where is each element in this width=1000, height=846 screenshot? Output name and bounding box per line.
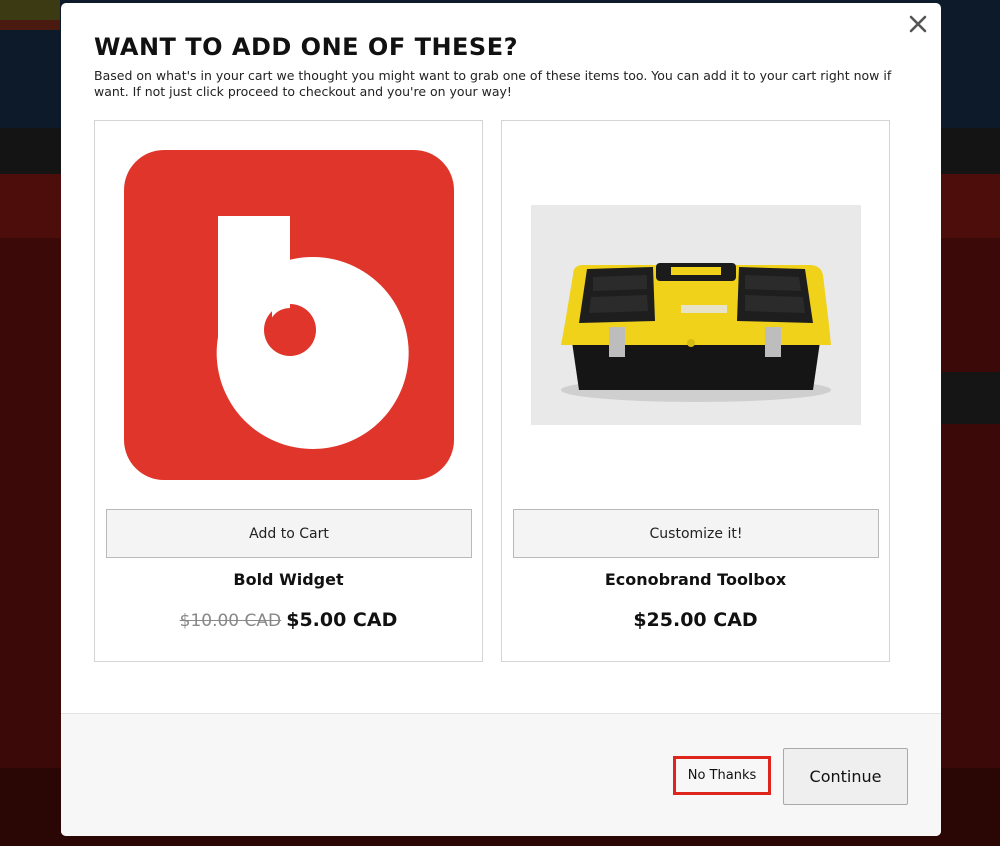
- upsell-modal: WANT TO ADD ONE OF THESE? Based on what'…: [61, 3, 941, 836]
- customize-button[interactable]: Customize it!: [513, 509, 879, 558]
- product-card-econobrand-toolbox: Customize it! Econobrand Toolbox $25.00 …: [501, 120, 890, 662]
- sale-price: $5.00 CAD: [286, 609, 398, 631]
- sale-price: $25.00 CAD: [633, 609, 758, 631]
- toolbox-image[interactable]: [531, 205, 861, 425]
- no-thanks-button[interactable]: No Thanks: [673, 756, 771, 795]
- modal-description: Based on what's in your cart we thought …: [94, 68, 892, 99]
- background-logo-text: [0, 20, 60, 30]
- modal-title: WANT TO ADD ONE OF THESE?: [94, 33, 519, 61]
- close-button[interactable]: [905, 11, 931, 37]
- continue-button[interactable]: Continue: [783, 748, 908, 805]
- product-price: $25.00 CAD: [502, 609, 889, 631]
- product-name: Econobrand Toolbox: [604, 570, 787, 589]
- product-price: $10.00 CAD $5.00 CAD: [95, 609, 482, 631]
- bold-logo-image[interactable]: [124, 150, 454, 480]
- add-to-cart-button[interactable]: Add to Cart: [106, 509, 472, 558]
- original-price: $10.00 CAD: [179, 611, 282, 631]
- product-card-bold-widget: Add to Cart Bold Widget $10.00 CAD $5.00…: [94, 120, 483, 662]
- product-name: Bold Widget: [233, 570, 344, 589]
- close-icon[interactable]: [909, 15, 927, 33]
- background-panel: [940, 372, 1000, 424]
- modal-footer: No Thanks Continue: [61, 713, 941, 836]
